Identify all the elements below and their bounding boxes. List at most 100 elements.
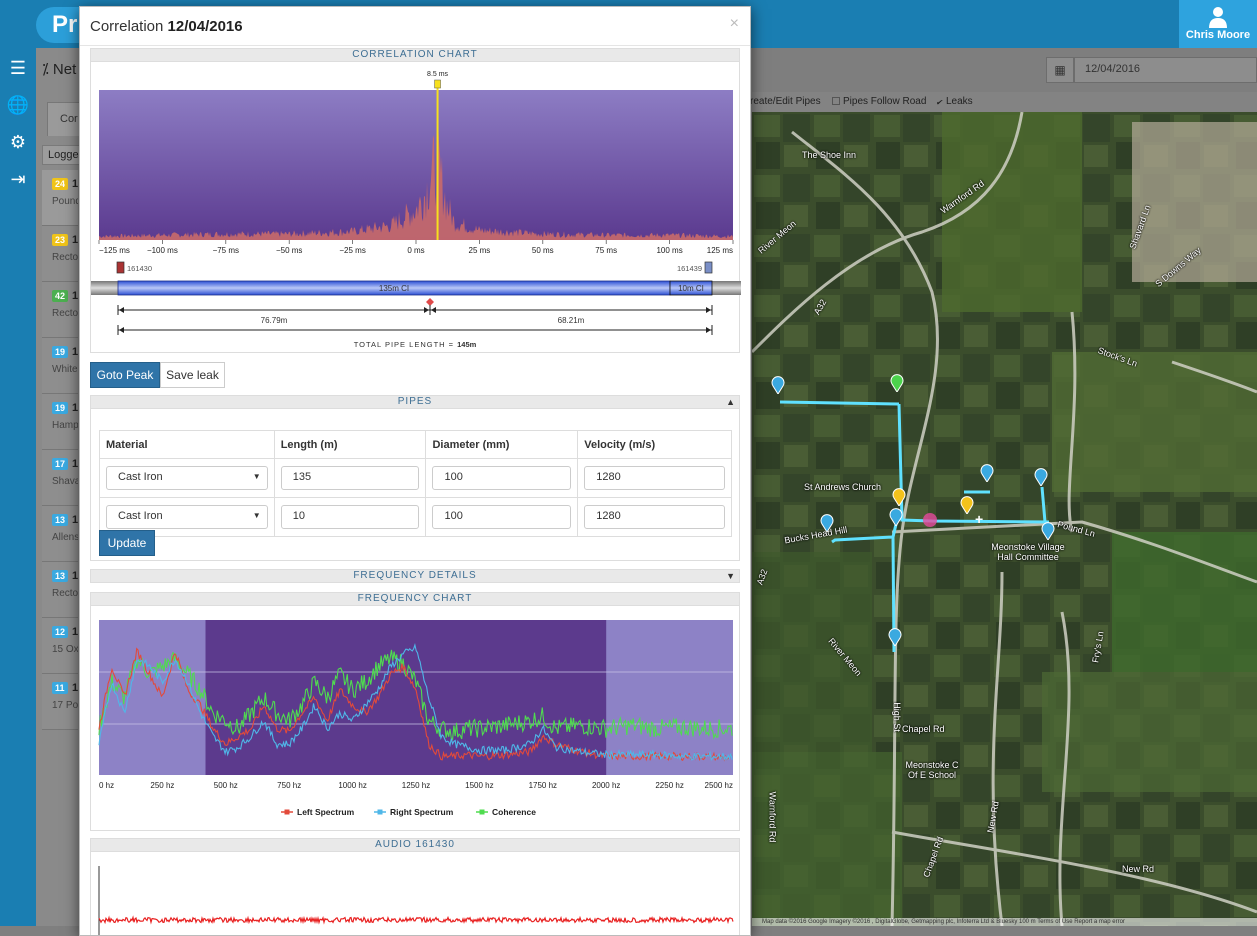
map-label: St Andrews Church bbox=[804, 482, 882, 492]
logger-badge: 42 bbox=[52, 290, 69, 302]
frequency-details-header[interactable]: FREQUENCY DETAILS ▼ bbox=[90, 569, 740, 583]
logger-marker-icon[interactable] bbox=[980, 464, 994, 482]
logger-address: Allens bbox=[52, 532, 78, 543]
pipes-header[interactable]: PIPES ▲ bbox=[90, 395, 740, 409]
pipe-segment-2-label: 10m CI bbox=[678, 284, 704, 293]
check-icon[interactable]: ✔ bbox=[935, 99, 943, 107]
correlation-chart[interactable]: 8.5 ms −125 ms −100 ms −75 ms −50 ms −25 ms 0 … bbox=[91, 62, 741, 353]
dropdown-arrow-icon: ▼ bbox=[252, 472, 261, 481]
tick-label: 1250 hz bbox=[402, 781, 430, 790]
table-row: Cast Iron ▼ 135 100 1280 bbox=[99, 458, 732, 498]
logger-badge: 19 bbox=[52, 346, 69, 358]
caret-up-icon[interactable]: ▲ bbox=[726, 396, 735, 408]
logger-right-label: 161439 bbox=[677, 264, 702, 273]
tick-label: 125 ms bbox=[707, 246, 733, 255]
modal-title-prefix: Correlation bbox=[90, 18, 168, 35]
tick-label: −50 ms bbox=[276, 246, 302, 255]
update-button[interactable]: Update bbox=[99, 530, 155, 556]
cogs-icon[interactable]: ⚙ bbox=[0, 124, 36, 161]
map-view[interactable]: + The Shoe Inn Warnford Rd River Meon A3… bbox=[752, 112, 1257, 926]
material-select[interactable]: Cast Iron ▼ bbox=[106, 466, 268, 490]
list-item[interactable]: 241 Pound bbox=[42, 170, 78, 226]
tick-label: 2500 hz bbox=[705, 781, 733, 790]
logger-id: 1 bbox=[72, 178, 79, 190]
legend-marker bbox=[284, 809, 290, 815]
logger-badge: 23 bbox=[52, 234, 69, 246]
globe-icon[interactable]: 🌐 bbox=[0, 87, 36, 124]
svg-text:+: + bbox=[975, 511, 983, 527]
checkbox-icon[interactable] bbox=[832, 97, 840, 105]
leak-marker-icon bbox=[426, 298, 434, 306]
velocity-input[interactable]: 1280 bbox=[584, 505, 725, 529]
logger-marker-icon[interactable] bbox=[1034, 468, 1048, 486]
logger-id: 1 bbox=[72, 458, 79, 470]
velocity-input[interactable]: 1280 bbox=[584, 466, 725, 490]
correlation-chart-panel: 8.5 ms −125 ms −100 ms −75 ms −50 ms −25 ms 0 … bbox=[90, 62, 741, 353]
logger-list: 241Pound231Rector421Rector191White191Ham… bbox=[42, 170, 78, 730]
logger-id: 1 bbox=[72, 514, 79, 526]
logger-id: 1 bbox=[72, 570, 79, 582]
tick-label: 1500 hz bbox=[465, 781, 493, 790]
dropdown-arrow-icon: ▼ bbox=[252, 511, 261, 520]
dist-right-label: 68.21m bbox=[558, 316, 585, 325]
map-label: High St bbox=[891, 702, 902, 732]
date-input[interactable]: 12/04/2016 bbox=[1074, 57, 1257, 83]
list-item[interactable]: 17 1 Shava bbox=[42, 450, 78, 506]
logger-address: 15 Ox bbox=[52, 644, 78, 655]
save-leak-button[interactable]: Save leak bbox=[160, 362, 225, 388]
logger-id: 1 bbox=[72, 346, 79, 358]
pipes-header-row: Material Length (m) Diameter (mm) Veloci… bbox=[99, 430, 732, 459]
legend-marker bbox=[479, 809, 485, 815]
logger-marker-icon[interactable] bbox=[960, 496, 974, 514]
goto-peak-button[interactable]: Goto Peak bbox=[90, 362, 160, 388]
tab-correlation[interactable]: Cor bbox=[47, 102, 81, 136]
frequency-chart[interactable]: 0 hz 250 hz 500 hz 750 hz 1000 hz 1250 hz 1500… bbox=[91, 606, 741, 831]
logger-badge: 12 bbox=[52, 626, 69, 638]
logger-marker-icon[interactable] bbox=[888, 628, 902, 646]
logger-marker-icon[interactable] bbox=[820, 514, 834, 532]
material-select[interactable]: Cast Iron ▼ bbox=[106, 505, 268, 529]
menu-icon[interactable]: ☰ bbox=[0, 50, 36, 87]
logout-icon[interactable]: ⇥ bbox=[0, 161, 36, 198]
table-row: Cast Iron ▼ 10 100 1280 bbox=[99, 497, 732, 537]
modal-title-date: 12/04/2016 bbox=[167, 18, 243, 35]
audio-panel bbox=[90, 852, 741, 936]
col-material: Material bbox=[99, 430, 275, 459]
logger-id: 1 bbox=[72, 682, 79, 694]
logger-marker-icon[interactable] bbox=[892, 488, 906, 506]
tick-label: −75 ms bbox=[213, 246, 239, 255]
tick-label: 250 hz bbox=[150, 781, 174, 790]
option-leaks[interactable]: ✔ Leaks bbox=[935, 96, 973, 107]
list-item[interactable]: 12 1 15 Ox bbox=[42, 618, 78, 674]
logger-address: White bbox=[52, 364, 78, 375]
close-icon[interactable]: × bbox=[730, 15, 739, 33]
length-input[interactable]: 10 bbox=[280, 505, 420, 529]
logger-marker-icon[interactable] bbox=[1041, 522, 1055, 540]
diameter-input[interactable]: 100 bbox=[432, 505, 572, 529]
logger-badge: 11 bbox=[52, 682, 68, 694]
list-item[interactable]: 11 1 17 Po bbox=[42, 674, 78, 730]
logger-right-icon bbox=[704, 261, 713, 274]
caret-down-icon[interactable]: ▼ bbox=[726, 570, 735, 582]
logger-filter[interactable]: Logge bbox=[42, 145, 82, 165]
diameter-input[interactable]: 100 bbox=[432, 466, 572, 490]
option-pipes-follow-road[interactable]: Pipes Follow Road bbox=[832, 96, 926, 107]
logger-marker-icon[interactable] bbox=[889, 508, 903, 526]
audio-waveform[interactable] bbox=[91, 852, 741, 936]
option-create-edit-pipes[interactable]: reate/Edit Pipes bbox=[750, 96, 821, 107]
list-item[interactable]: 19 1 White bbox=[42, 338, 78, 394]
user-menu[interactable]: Chris Moore bbox=[1179, 0, 1257, 48]
list-item[interactable]: 19 1 Hamp bbox=[42, 394, 78, 450]
length-input[interactable]: 135 bbox=[280, 466, 420, 490]
col-length: Length (m) bbox=[273, 430, 427, 459]
list-item[interactable]: 231 Rector bbox=[42, 226, 78, 282]
list-item[interactable]: 13 1 Allens bbox=[42, 506, 78, 562]
calendar-icon[interactable]: ▦ bbox=[1046, 57, 1074, 83]
logger-marker-icon[interactable] bbox=[771, 376, 785, 394]
list-item[interactable]: 131 Rector bbox=[42, 562, 78, 618]
frequency-details-title: FREQUENCY DETAILS bbox=[353, 570, 477, 581]
list-item[interactable]: 421 Rector bbox=[42, 282, 78, 338]
logger-marker-icon[interactable] bbox=[890, 374, 904, 392]
legend-entry: Coherence bbox=[492, 807, 536, 817]
logger-badge: 13 bbox=[52, 570, 69, 582]
